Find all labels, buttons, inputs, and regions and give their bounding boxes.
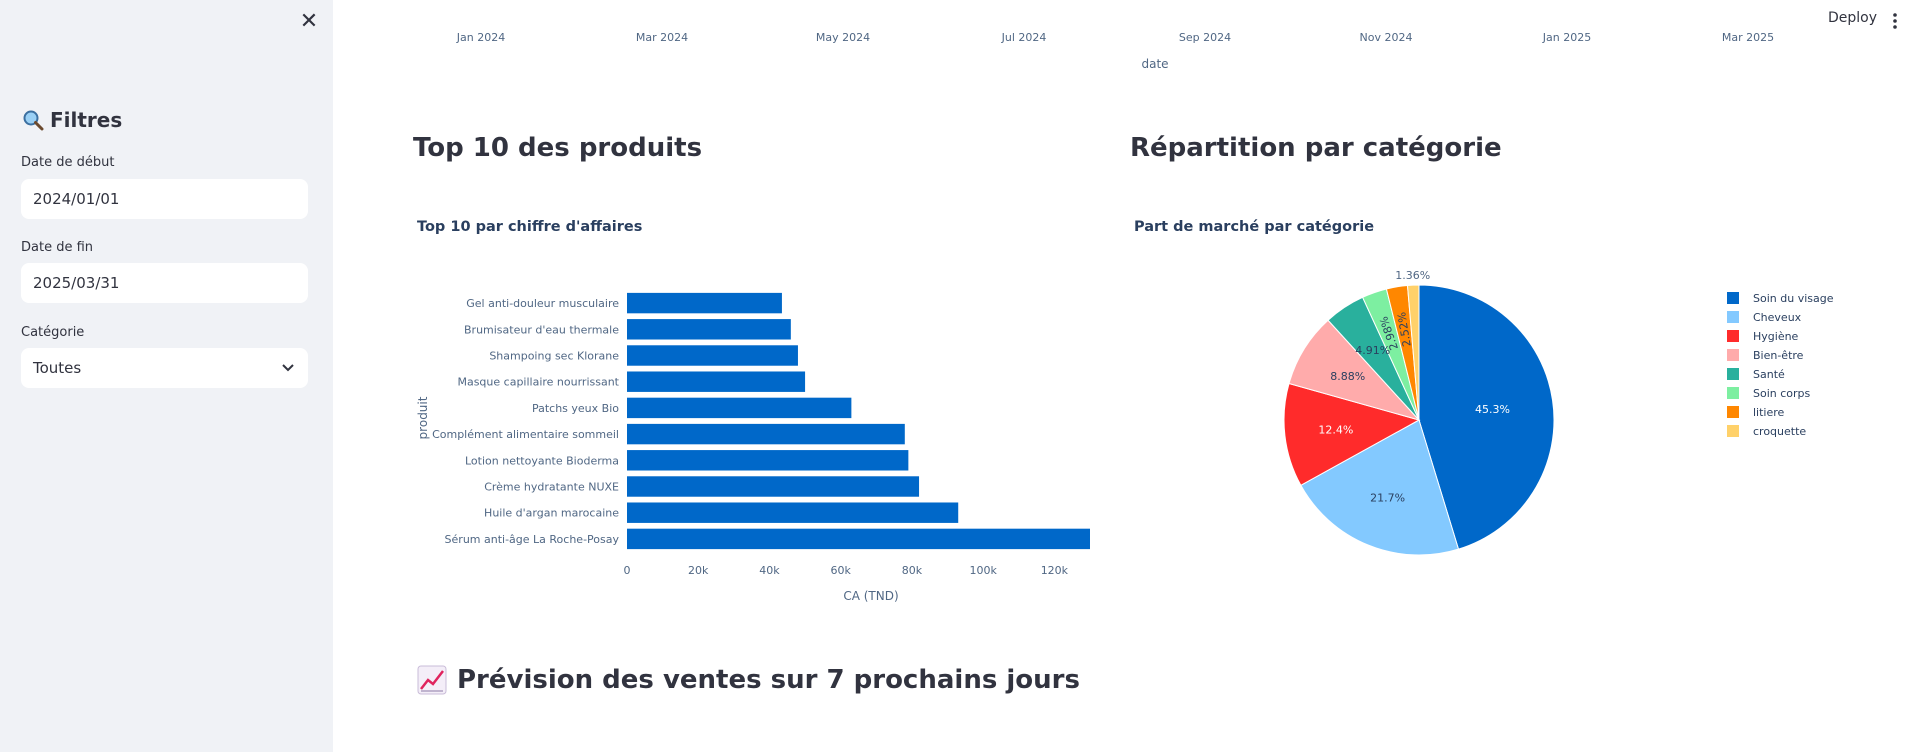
timeline-tick-label: Mar 2025: [1722, 31, 1774, 44]
filters-title: Filtres: [22, 108, 122, 132]
magnifier-icon: [23, 110, 44, 131]
close-sidebar-icon[interactable]: ✕: [299, 10, 319, 34]
legend-item[interactable]: litiere: [1727, 405, 1784, 419]
legend-swatch: [1727, 349, 1739, 361]
pie-value-label: 45.3%: [1475, 403, 1510, 416]
legend-swatch: [1727, 425, 1739, 437]
top-products-bar-chart: Sérum anti-âge La Roche-Posay Huile d'arg…: [416, 292, 1090, 603]
bar[interactable]: [627, 345, 798, 366]
bar-category-label: Brumisateur d'eau thermale: [464, 323, 619, 336]
forecast-heading: Prévision des ventes sur 7 prochains jou…: [417, 665, 1080, 695]
bar[interactable]: [627, 319, 791, 340]
end-date-input[interactable]: 2025/03/31: [21, 263, 308, 303]
bar-ylabel: produit: [416, 396, 430, 439]
legend-label: Soin du visage: [1753, 291, 1834, 305]
bar-xtick-label: 80k: [902, 564, 923, 577]
timeline-tick-label: Jan 2025: [1542, 31, 1591, 44]
legend-swatch: [1727, 406, 1739, 418]
bar-category-label: Shampoing sec Klorane: [489, 350, 619, 363]
category-select-value: Toutes: [33, 359, 82, 377]
bar-category-label: Patchs yeux Bio: [532, 402, 619, 415]
timeline-tick-label: Jan 2024: [456, 31, 505, 44]
legend-item[interactable]: Bien-être: [1727, 348, 1803, 362]
legend-label: litiere: [1753, 405, 1785, 419]
legend-item[interactable]: Cheveux: [1727, 310, 1801, 324]
bar[interactable]: [627, 502, 959, 523]
bar-xtick-label: 100k: [969, 564, 997, 577]
category-select[interactable]: Toutes: [21, 348, 308, 388]
timeline-tick-label: Jul 2024: [1001, 31, 1047, 44]
end-date-value: 2025/03/31: [33, 274, 120, 292]
bar[interactable]: [627, 371, 806, 392]
pie-value-label: 12.4%: [1318, 424, 1353, 437]
bar-category-label: Masque capillaire nourrissant: [457, 376, 619, 389]
category-label: Catégorie: [21, 325, 85, 340]
legend-item[interactable]: Soin corps: [1727, 386, 1810, 400]
legend-swatch: [1727, 387, 1739, 399]
bar-category-label: Lotion nettoyante Bioderma: [465, 454, 619, 467]
legend-swatch: [1727, 311, 1739, 323]
bar-chart-title: Top 10 par chiffre d'affaires: [417, 219, 643, 235]
legend-label: Hygiène: [1753, 329, 1799, 343]
start-date-label: Date de début: [21, 155, 115, 170]
legend-swatch: [1727, 292, 1739, 304]
bar[interactable]: [627, 450, 909, 471]
legend-label: croquette: [1753, 424, 1807, 438]
bar[interactable]: [627, 528, 1090, 550]
bar-xtick-label: 120k: [1041, 564, 1069, 577]
start-date-input[interactable]: 2024/01/01: [21, 179, 308, 219]
bar-category-label: Crème hydratante NUXE: [484, 481, 619, 494]
end-date-label: Date de fin: [21, 240, 94, 255]
filters-title-text: Filtres: [50, 108, 123, 132]
forecast-heading-text: Prévision des ventes sur 7 prochains jou…: [457, 665, 1080, 695]
timeline-tick-label: Nov 2024: [1360, 31, 1413, 44]
bar-category-label: Huile d'argan marocaine: [484, 507, 619, 520]
legend-swatch: [1727, 330, 1739, 342]
legend-label: Cheveux: [1753, 310, 1802, 324]
category-pie-chart: 45.3%21.7%12.4%8.88%4.91%2.98%2.52%1.36%: [1283, 270, 1555, 556]
legend-item[interactable]: Santé: [1727, 367, 1785, 381]
pie-value-label: 8.88%: [1330, 370, 1365, 383]
bar[interactable]: [627, 476, 920, 497]
legend-item[interactable]: Hygiène: [1727, 329, 1798, 343]
pie-value-label: 1.36%: [1395, 270, 1430, 282]
timeline-tick-label: Mar 2024: [636, 31, 688, 44]
bar-xtick-label: 60k: [831, 564, 852, 577]
chart-increasing-icon: [417, 665, 447, 695]
bar[interactable]: [627, 423, 905, 445]
timeline-tick-label: Sep 2024: [1179, 31, 1231, 44]
timeline-xlabel: date: [1141, 57, 1168, 71]
pie-value-label: 21.7%: [1370, 492, 1405, 505]
bar-xlabel: CA (TND): [843, 589, 898, 603]
legend-label: Soin corps: [1753, 386, 1811, 400]
legend-label: Bien-être: [1753, 348, 1804, 362]
pie-chart-title: Part de marché par catégorie: [1134, 219, 1375, 235]
bar-category-label: Gel anti-douleur musculaire: [466, 297, 619, 310]
bar-category-label: Complément alimentaire sommeil: [432, 428, 619, 441]
legend-swatch: [1727, 368, 1739, 380]
bar-xtick-label: 0: [624, 564, 631, 577]
bar[interactable]: [627, 292, 782, 314]
bar-xtick-label: 40k: [759, 564, 780, 577]
sidebar: ✕ Filtres Date de début 2024/01/01 Date …: [0, 0, 333, 752]
start-date-value: 2024/01/01: [33, 190, 120, 208]
top-products-heading: Top 10 des produits: [413, 133, 703, 163]
category-heading: Répartition par catégorie: [1130, 133, 1502, 163]
chevron-down-icon: [280, 348, 296, 388]
legend-item[interactable]: croquette: [1727, 424, 1806, 438]
timeline-tick-label: May 2024: [816, 31, 870, 44]
bar[interactable]: [627, 397, 852, 419]
bar-xtick-label: 20k: [688, 564, 709, 577]
timeline-axis: Jan 2024 Mar 2024 May 2024 Jul 2024 Sep 2024…: [456, 31, 1774, 71]
legend-item[interactable]: Soin du visage: [1727, 291, 1833, 305]
bar-category-label: Sérum anti-âge La Roche-Posay: [445, 533, 620, 546]
pie-value-label: 4.91%: [1355, 344, 1390, 357]
legend-label: Santé: [1753, 367, 1785, 381]
